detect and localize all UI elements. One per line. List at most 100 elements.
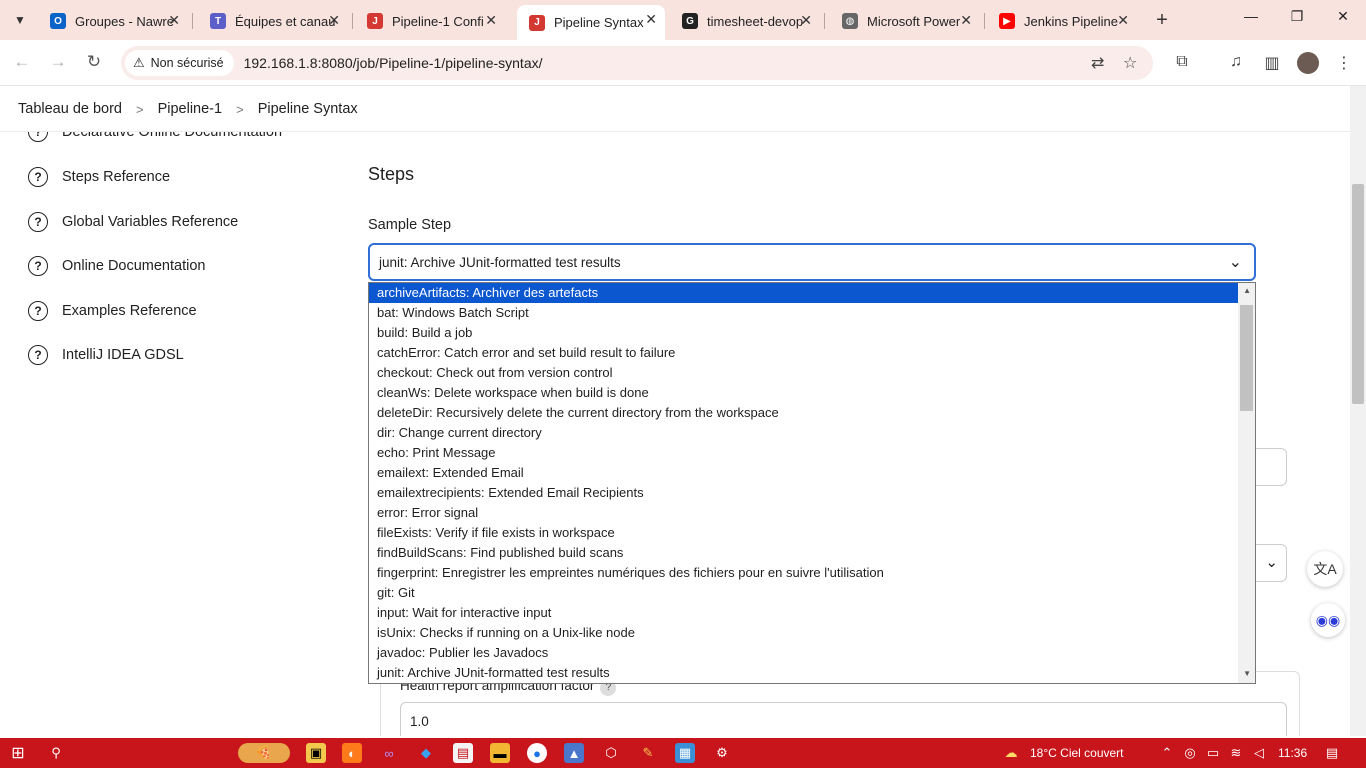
breadcrumb-dashboard[interactable]: Tableau de bord (18, 101, 122, 117)
clock-time[interactable]: 11:36 (1278, 746, 1307, 760)
scroll-down-arrow-icon[interactable]: ▼ (1243, 669, 1251, 678)
page-scroll-thumb[interactable] (1352, 184, 1364, 404)
media-controls-icon[interactable]: ♫ (1225, 53, 1247, 71)
side-panel-icon[interactable]: ▥ (1261, 53, 1283, 73)
tab-title: Pipeline-1 Confi (392, 13, 484, 29)
restore-button[interactable]: ❐ (1282, 8, 1312, 25)
page-scrollbar[interactable] (1350, 86, 1366, 736)
menu-kebab-icon[interactable]: ⋮ (1333, 53, 1355, 73)
taskbar-app-icon[interactable]: ◐ (342, 743, 362, 763)
notifications-icon[interactable]: ▤ (1322, 743, 1342, 763)
github-icon: G (682, 13, 698, 29)
assistant-bot-icon[interactable]: ◉◉ (1311, 603, 1345, 637)
tab-close-icon[interactable]: ✕ (485, 12, 497, 29)
browser-tab[interactable]: J Pipeline Syntax ✕ (517, 5, 665, 40)
browser-tab[interactable]: ▶ Jenkins Pipeline ✕ (987, 6, 1137, 36)
tab-close-icon[interactable]: ✕ (800, 12, 812, 29)
dropdown-option[interactable]: error: Error signal (369, 503, 1255, 523)
taskbar-app-icon[interactable]: ▲ (564, 743, 584, 763)
browser-tab[interactable]: J Pipeline-1 Confi ✕ (355, 6, 505, 36)
taskbar-app-icon[interactable]: ▣ (306, 743, 326, 763)
minimize-button[interactable]: — (1236, 8, 1266, 24)
battery-icon[interactable]: ▭ (1203, 743, 1223, 763)
sidebar-item-steps-reference[interactable]: ? Steps Reference (28, 167, 170, 187)
taskbar-app-icon[interactable]: ⚙ (712, 743, 732, 763)
browser-tab[interactable]: ◍ Microsoft Power ✕ (830, 6, 980, 36)
dropdown-option[interactable]: git: Git (369, 583, 1255, 603)
translate-icon[interactable]: ⇄ (1091, 53, 1104, 73)
new-tab-button[interactable]: + (1151, 9, 1173, 32)
sidebar-item-intellij-gdsl[interactable]: ? IntelliJ IDEA GDSL (28, 345, 184, 365)
volume-icon[interactable]: ◁ (1249, 743, 1269, 763)
dropdown-option[interactable]: isUnix: Checks if running on a Unix-like… (369, 623, 1255, 643)
dropdown-option[interactable]: checkout: Check out from version control (369, 363, 1255, 383)
visual-studio-icon[interactable]: ∞ (379, 743, 399, 763)
dropdown-option[interactable]: dir: Change current directory (369, 423, 1255, 443)
tab-close-icon[interactable]: ✕ (1117, 12, 1129, 29)
tab-close-icon[interactable]: ✕ (645, 11, 657, 28)
tray-app-icon[interactable]: ◎ (1180, 743, 1200, 763)
file-explorer-icon[interactable]: ▬ (490, 743, 510, 763)
extensions-icon[interactable]: ⧉ (1171, 53, 1193, 71)
browser-tab[interactable]: O Groupes - Nawre ✕ (38, 6, 188, 36)
url-text[interactable]: 192.168.1.8:8080/job/Pipeline-1/pipeline… (244, 55, 543, 71)
steps-dropdown-list[interactable]: archiveArtifacts: Archiver des artefacts… (368, 282, 1256, 684)
taskbar-app-icon[interactable]: ▤ (453, 743, 473, 763)
close-window-button[interactable]: ✕ (1328, 8, 1358, 25)
bookmark-star-icon[interactable]: ☆ (1123, 53, 1137, 73)
dropdown-option[interactable]: input: Wait for interactive input (369, 603, 1255, 623)
dropdown-option[interactable]: emailextrecipients: Extended Email Recip… (369, 483, 1255, 503)
breadcrumb-pipeline-syntax[interactable]: Pipeline Syntax (258, 101, 358, 117)
dropdown-option[interactable]: fingerprint: Enregistrer les empreintes … (369, 563, 1255, 583)
search-icon[interactable]: ⚲ (46, 743, 66, 763)
address-bar[interactable]: ⚠ Non sécurisé 192.168.1.8:8080/job/Pipe… (121, 46, 1153, 80)
dropdown-option[interactable]: build: Build a job (369, 323, 1255, 343)
browser-tab[interactable]: T Équipes et canau ✕ (198, 6, 348, 36)
scroll-up-arrow-icon[interactable]: ▲ (1243, 286, 1251, 295)
dropdown-option[interactable]: findBuildScans: Find published build sca… (369, 543, 1255, 563)
vscode-icon[interactable]: ◆ (416, 743, 436, 763)
sidebar-item-global-variables[interactable]: ? Global Variables Reference (28, 212, 238, 232)
windows-start-icon[interactable]: ⊞ (8, 743, 28, 763)
back-button[interactable]: ← (11, 52, 33, 72)
tray-chevron-up-icon[interactable]: ⌃ (1157, 743, 1177, 763)
weather-text[interactable]: 18°C Ciel couvert (1030, 746, 1124, 760)
sidebar-item-online-documentation[interactable]: ? Online Documentation (28, 256, 205, 276)
dropdown-option[interactable]: junit: Archive JUnit-formatted test resu… (369, 663, 1255, 683)
sample-step-select[interactable]: junit: Archive JUnit-formatted test resu… (368, 243, 1256, 281)
breadcrumb-pipeline-1[interactable]: Pipeline-1 (158, 101, 223, 117)
dropdown-option[interactable]: javadoc: Publier les Javadocs (369, 643, 1255, 663)
dropdown-scrollbar[interactable]: ▲ ▼ (1238, 283, 1255, 683)
jenkins-icon: J (367, 13, 383, 29)
tab-close-icon[interactable]: ✕ (960, 12, 972, 29)
dropdown-option[interactable]: deleteDir: Recursively delete the curren… (369, 403, 1255, 423)
chrome-icon[interactable]: ● (527, 743, 547, 763)
sidebar-item-examples-reference[interactable]: ? Examples Reference (28, 301, 197, 321)
taskbar-app-icon[interactable]: ▦ (675, 743, 695, 763)
globe-icon: ◍ (842, 13, 858, 29)
tab-close-icon[interactable]: ✕ (168, 12, 180, 29)
dropdown-option[interactable]: archiveArtifacts: Archiver des artefacts (369, 283, 1255, 303)
dropdown-scroll-thumb[interactable] (1240, 305, 1253, 411)
wifi-icon[interactable]: ≋ (1226, 743, 1246, 763)
profile-avatar[interactable] (1297, 52, 1319, 74)
forward-button[interactable]: → (47, 52, 69, 72)
tab-separator (352, 13, 353, 29)
reload-button[interactable]: ↻ (83, 52, 105, 72)
dropdown-option[interactable]: fileExists: Verify if file exists in wor… (369, 523, 1255, 543)
taskbar-app-icon[interactable]: ✎ (638, 743, 658, 763)
dropdown-option[interactable]: bat: Windows Batch Script (369, 303, 1255, 323)
tab-close-icon[interactable]: ✕ (328, 12, 340, 29)
tab-search-chevron-icon[interactable]: ▼ (8, 8, 32, 32)
dropdown-option[interactable]: cleanWs: Delete workspace when build is … (369, 383, 1255, 403)
health-report-input[interactable] (400, 702, 1287, 736)
translate-float-icon[interactable]: 文A (1307, 551, 1343, 587)
virtualbox-icon[interactable]: ⬡ (601, 743, 621, 763)
dropdown-option[interactable]: echo: Print Message (369, 443, 1255, 463)
browser-tab[interactable]: Gtimesheet-devop ✕ (670, 6, 820, 36)
dropdown-option[interactable]: catchError: Catch error and set build re… (369, 343, 1255, 363)
tab-title: Microsoft Power (867, 13, 961, 29)
widget-pizza-icon[interactable]: 🍕 (238, 743, 290, 763)
security-indicator[interactable]: ⚠ Non sécurisé (125, 50, 234, 76)
dropdown-option[interactable]: emailext: Extended Email (369, 463, 1255, 483)
